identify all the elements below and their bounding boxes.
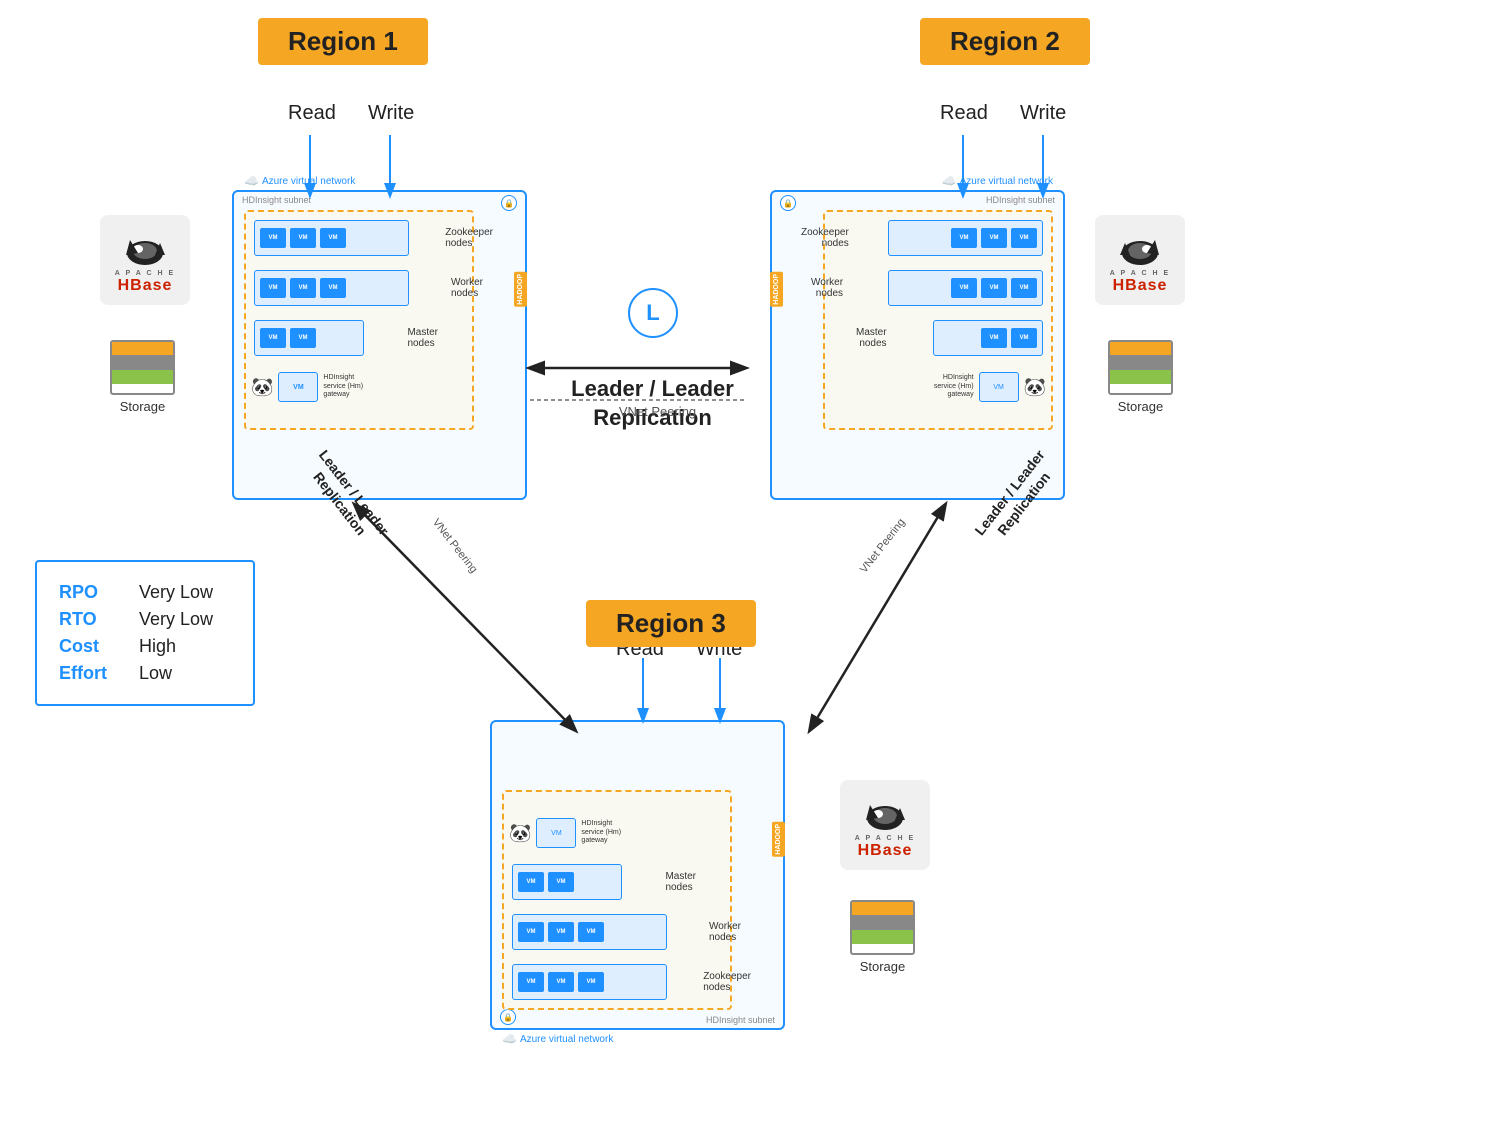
r2-write-label: Write bbox=[1020, 102, 1066, 125]
hbase-logo-r2: A P A C H E HBase bbox=[1095, 215, 1185, 305]
rto-row: RTO Very Low bbox=[59, 609, 231, 630]
cost-key: Cost bbox=[59, 636, 139, 657]
region1-banner: Region 1 bbox=[258, 18, 428, 65]
edge-row-r3: 🐼 VM HDInsightservice (Hm)gateway bbox=[509, 818, 621, 848]
effort-row: Effort Low bbox=[59, 663, 231, 684]
yellow-inner-r3: VM VM VM Zookeepernodes VM VM VM Workern… bbox=[502, 790, 732, 1010]
hadoop-badge-r3: HADOOP bbox=[772, 822, 785, 857]
lock-icon-r1: 🔒 bbox=[501, 195, 517, 211]
r2-read-label: Read bbox=[940, 102, 988, 125]
right-vnet-label: VNet Peering bbox=[858, 517, 908, 576]
yellow-inner-r1: VM VM VM Zookeepernodes VM VM VM Workern… bbox=[244, 210, 474, 430]
master-row-r3: VM VM Masternodes bbox=[512, 864, 622, 900]
region2-cluster: Azure virtual network ☁️ HDInsight subne… bbox=[770, 190, 1065, 500]
effort-key: Effort bbox=[59, 663, 139, 684]
rpo-key: RPO bbox=[59, 582, 139, 603]
rpo-val: Very Low bbox=[139, 582, 213, 603]
worker-row-r3: VM VM VM Workernodes bbox=[512, 914, 667, 950]
cost-val: High bbox=[139, 636, 176, 657]
effort-val: Low bbox=[139, 663, 172, 684]
r1-read-label: Read bbox=[288, 102, 336, 125]
azure-vnet-label-r2: Azure virtual network ☁️ bbox=[942, 174, 1053, 188]
hbase-logo-r1: A P A C H E HBase bbox=[100, 215, 190, 305]
zookeeper-row-r1: VM VM VM Zookeepernodes bbox=[254, 220, 409, 256]
hdinsight-subnet-label-r2: HDInsight subnet bbox=[986, 195, 1055, 205]
zookeeper-row-r3: VM VM VM Zookeepernodes bbox=[512, 964, 667, 1000]
cost-row: Cost High bbox=[59, 636, 231, 657]
yellow-inner-r2: Zookeepernodes VM VM VM Workernodes VM V… bbox=[823, 210, 1053, 430]
azure-vnet-label-r3: ☁️ Azure virtual network bbox=[502, 1032, 613, 1046]
hbase-logo-r3: A P A C H E HBase bbox=[840, 780, 930, 870]
hdinsight-subnet-label-r1: HDInsight subnet bbox=[242, 195, 311, 205]
lock-icon-r3: 🔒 bbox=[500, 1009, 516, 1025]
r1-write-label: Write bbox=[368, 102, 414, 125]
rpo-row: RPO Very Low bbox=[59, 582, 231, 603]
rto-val: Very Low bbox=[139, 609, 213, 630]
region1-cluster: ☁️ Azure virtual network HDInsight subne… bbox=[232, 190, 527, 500]
vnet-peering-center: VNet Peering bbox=[575, 404, 740, 419]
rto-key: RTO bbox=[59, 609, 139, 630]
zookeeper-row-r2: Zookeepernodes VM VM VM bbox=[888, 220, 1043, 256]
lock-icon-r2: 🔒 bbox=[780, 195, 796, 211]
edge-row-r1: 🐼 VM HDInsightservice (Hm)gateway bbox=[251, 372, 363, 402]
master-row-r1: VM VM Masternodes bbox=[254, 320, 364, 356]
region3-banner: Region 3 bbox=[586, 600, 756, 647]
info-box: RPO Very Low RTO Very Low Cost High Effo… bbox=[35, 560, 255, 706]
hadoop-badge-r2: HADOOP bbox=[770, 272, 783, 307]
left-vnet-label: VNet Peering bbox=[430, 517, 480, 576]
hadoop-badge-r1: HADOOP bbox=[514, 272, 527, 307]
worker-row-r1: VM VM VM Workernodes bbox=[254, 270, 409, 306]
region3-cluster: ☁️ Azure virtual network HDInsight subne… bbox=[490, 720, 785, 1030]
azure-vnet-label-r1: ☁️ Azure virtual network bbox=[244, 174, 355, 188]
master-row-r2: Masternodes VM VM bbox=[933, 320, 1043, 356]
storage-r3: Storage bbox=[850, 900, 915, 974]
storage-r2: Storage bbox=[1108, 340, 1173, 414]
hdinsight-subnet-label-r3: HDInsight subnet bbox=[706, 1015, 775, 1025]
region2-banner: Region 2 bbox=[920, 18, 1090, 65]
edge-row-r2: 🐼 VM HDInsightservice (Hm)gateway bbox=[934, 372, 1046, 402]
diagram-container: Region 1 Region 2 Region 3 Read Write Re… bbox=[0, 0, 1485, 1138]
storage-r1: Storage bbox=[110, 340, 175, 414]
worker-row-r2: Workernodes VM VM VM bbox=[888, 270, 1043, 306]
l-circle: L bbox=[628, 288, 678, 338]
